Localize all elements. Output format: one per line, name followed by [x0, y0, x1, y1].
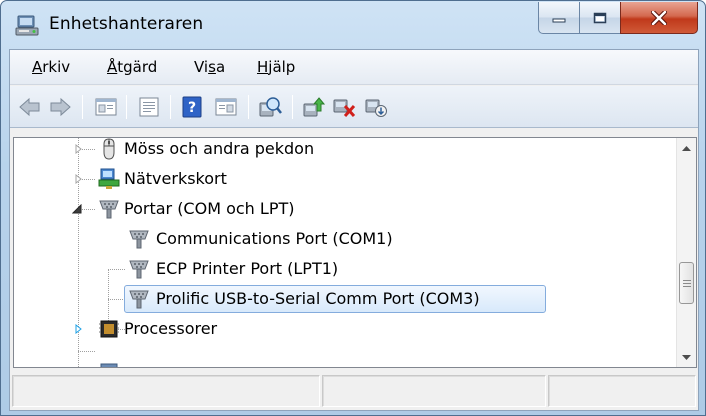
scroll-up-button[interactable]: [677, 138, 696, 157]
caption-buttons: [538, 2, 698, 34]
device-manager-icon: [15, 15, 39, 36]
toolbar-separator: [170, 95, 171, 119]
processor-icon: [99, 320, 119, 338]
menu-arkiv-rest: rkiv: [42, 58, 71, 76]
tree-item-mice[interactable]: Möss och andra pekdon: [14, 138, 674, 164]
forward-arrow-icon: [50, 97, 71, 117]
device-tree[interactable]: Möss och andra pekdon Nätverkskort Porta…: [13, 137, 697, 368]
console-tree-button[interactable]: [94, 95, 118, 119]
uninstall-device-button[interactable]: [332, 95, 356, 119]
uninstall-device-icon: [333, 99, 356, 118]
menu-visa-mnemonic: s: [208, 58, 216, 76]
tree-item-com1[interactable]: Communications Port (COM1): [14, 224, 674, 254]
tree-connector: [78, 351, 96, 352]
menu-hjalp-rest: jälp: [268, 58, 296, 76]
maximize-button[interactable]: [579, 2, 621, 34]
tree-item-label: Prolific USB-to-Serial Comm Port (COM3): [156, 289, 480, 308]
show-hide-console-tree-icon: [95, 98, 117, 116]
window-title: Enhetshanteraren: [49, 14, 204, 34]
scan-hardware-button[interactable]: [258, 95, 282, 119]
vertical-scrollbar[interactable]: [676, 138, 696, 367]
menu-visa-rest: a: [215, 58, 226, 76]
network-adapter-icon: [98, 168, 120, 189]
toolbar-separator: [248, 95, 249, 119]
partial-device-icon: [100, 363, 118, 367]
maximize-icon: [593, 12, 607, 23]
action-pane-icon: [215, 98, 237, 116]
close-icon: [651, 10, 667, 25]
minimize-button[interactable]: [538, 2, 580, 34]
mouse-icon: [103, 138, 115, 160]
minimize-icon: [552, 18, 566, 22]
port-icon: [129, 260, 149, 279]
tree-item-label: Portar (COM och LPT): [124, 199, 295, 218]
menu-atgard-mnemonic: Å: [107, 58, 118, 76]
grip-icon: [682, 279, 691, 287]
expand-icon[interactable]: [74, 144, 84, 154]
help-icon: ?: [182, 96, 202, 118]
expand-icon[interactable]: [74, 174, 84, 184]
back-arrow-icon: [19, 97, 40, 117]
tree-item-processors[interactable]: Processorer: [14, 314, 674, 344]
status-pane: [548, 375, 696, 407]
menu-arkiv[interactable]: Arkiv: [32, 58, 70, 76]
menu-hjalp[interactable]: Hjälp: [257, 58, 295, 76]
menu-visa-prefix: Vi: [194, 58, 209, 76]
tree-item-label: Möss och andra pekdon: [124, 139, 315, 158]
disable-device-button[interactable]: [364, 95, 388, 119]
tree-item-label: Nätverkskort: [124, 169, 227, 188]
toolbar-separator: [292, 95, 293, 119]
tree-item-label: ECP Printer Port (LPT1): [156, 259, 339, 278]
status-pane: [322, 375, 546, 407]
menu-visa[interactable]: Visa: [194, 58, 225, 76]
scroll-down-icon: [682, 354, 691, 360]
tree-item-label: Communications Port (COM1): [156, 229, 393, 248]
status-bar: [10, 372, 698, 410]
status-pane: [12, 375, 320, 407]
close-button[interactable]: [620, 2, 698, 34]
tree-item-ports[interactable]: Portar (COM och LPT): [14, 194, 674, 224]
collapse-icon[interactable]: [72, 204, 82, 214]
disable-device-icon: [365, 99, 387, 117]
tree-item-com3[interactable]: Prolific USB-to-Serial Comm Port (COM3): [14, 284, 674, 314]
properties-icon: [139, 97, 159, 117]
back-button[interactable]: [18, 95, 42, 119]
expand-icon[interactable]: [74, 324, 84, 334]
tree-item-label: Processorer: [124, 319, 218, 338]
scroll-thumb[interactable]: [679, 262, 694, 304]
scan-hardware-changes-icon: [259, 97, 282, 117]
toolbar: ?: [10, 86, 698, 128]
menu-bar: Arkiv Åtgärd Visa Hjälp: [10, 50, 698, 85]
scroll-down-button[interactable]: [677, 348, 696, 367]
update-driver-icon: [303, 97, 326, 117]
toolbar-separator: [126, 95, 127, 119]
scroll-up-icon: [682, 145, 691, 151]
menu-hjalp-mnemonic: H: [257, 58, 269, 76]
title-bar[interactable]: Enhetshanteraren: [1, 1, 705, 49]
update-driver-button[interactable]: [302, 95, 326, 119]
port-icon: [99, 200, 119, 219]
help-button[interactable]: ?: [180, 95, 204, 119]
menu-arkiv-mnemonic: A: [32, 58, 43, 76]
port-icon: [129, 230, 149, 249]
properties-button[interactable]: [137, 95, 161, 119]
action-pane-button[interactable]: [214, 95, 238, 119]
menu-atgard-rest: tgärd: [117, 58, 158, 76]
toolbar-separator: [82, 95, 83, 119]
forward-button[interactable]: [48, 95, 72, 119]
menu-atgard[interactable]: Åtgärd: [107, 58, 157, 76]
port-icon: [129, 290, 149, 309]
device-manager-window: Enhetshanteraren Arkiv Åtgärd Visa Hjälp…: [0, 0, 706, 416]
tree-item-lpt1[interactable]: ECP Printer Port (LPT1): [14, 254, 674, 284]
client-area: Arkiv Åtgärd Visa Hjälp ? Möss och andra…: [9, 49, 699, 411]
svg-text:?: ?: [188, 100, 196, 116]
tree-item-network-adapters[interactable]: Nätverkskort: [14, 164, 674, 194]
